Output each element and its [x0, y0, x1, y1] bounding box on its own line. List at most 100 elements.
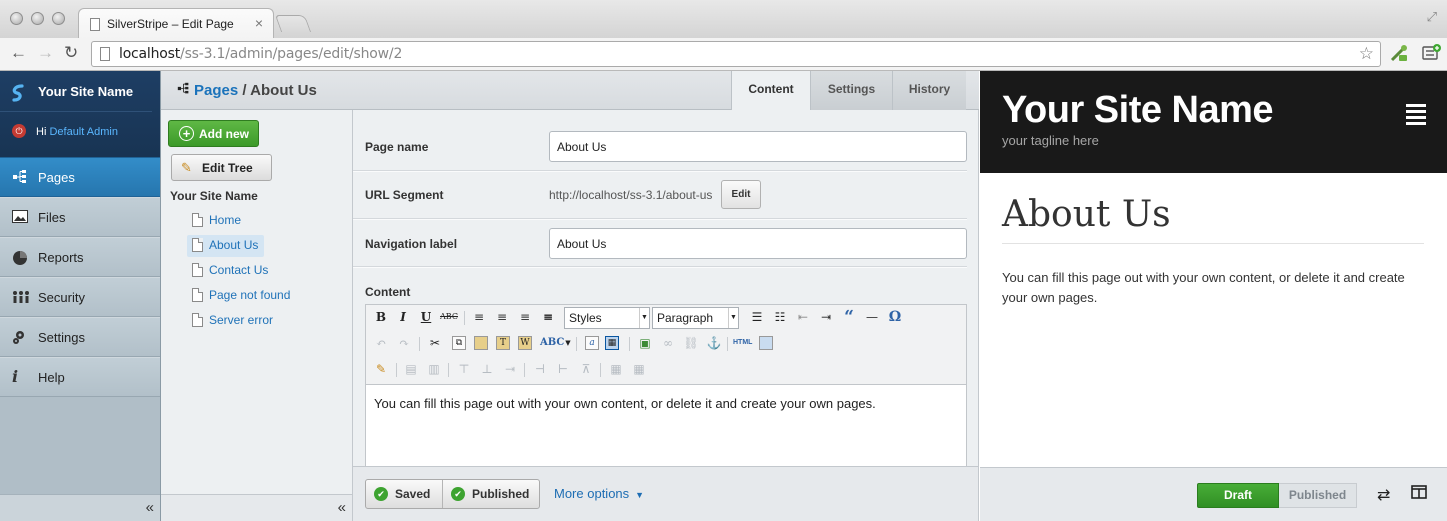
redo-icon[interactable]: ↷	[395, 334, 413, 352]
horizontal-rule-icon[interactable]: —	[863, 308, 881, 326]
insert-row-after-icon[interactable]: ⊥	[478, 360, 496, 378]
editor-content-area[interactable]: You can fill this page out with your own…	[366, 384, 966, 466]
tree-item-page-not-found[interactable]: Page not found	[187, 285, 296, 307]
url-segment-edit-button[interactable]: Edit	[721, 180, 761, 209]
user-profile-link[interactable]: Default Admin	[49, 126, 117, 138]
numbered-list-icon[interactable]: ☷	[771, 308, 789, 326]
tab-history[interactable]: History	[892, 71, 966, 110]
find-replace-icon[interactable]: a	[585, 336, 599, 350]
tree-item-contact-us[interactable]: Contact Us	[187, 260, 274, 282]
close-tab-icon[interactable]: ×	[255, 15, 263, 31]
strikethrough-icon[interactable]: ABC	[440, 308, 458, 326]
add-new-button[interactable]: + Add new	[168, 120, 259, 147]
insert-col-before-icon[interactable]: ⊣	[531, 360, 549, 378]
hamburger-menu-icon[interactable]	[1406, 104, 1426, 125]
table-grid-icon[interactable]: ▦	[605, 336, 619, 350]
indent-icon[interactable]: ⇥	[817, 308, 835, 326]
published-button[interactable]: ✔ Published	[443, 480, 539, 508]
cms-site-name[interactable]: Your Site Name	[38, 84, 133, 99]
preview-site-name[interactable]: Your Site Name	[1002, 89, 1274, 132]
tree-item-home[interactable]: Home	[187, 210, 247, 232]
extension-add-icon[interactable]	[1422, 43, 1442, 63]
preview-published-toggle[interactable]: Published	[1279, 483, 1357, 508]
underline-icon[interactable]: U	[417, 308, 435, 326]
new-tab-button[interactable]	[274, 15, 312, 32]
styles-select[interactable]: Styles ▼	[564, 307, 650, 329]
italic-icon[interactable]: I	[394, 308, 412, 326]
split-cells-icon[interactable]: ▦	[607, 360, 625, 378]
sidebar-item-help[interactable]: i Help	[0, 357, 160, 397]
cms-menu-collapse[interactable]: «	[0, 494, 160, 521]
collapse-icon[interactable]: «	[146, 499, 154, 516]
tree-panel-collapse[interactable]: «	[161, 494, 352, 521]
insert-image-icon[interactable]: ▣	[636, 334, 654, 352]
swap-arrows-icon[interactable]: ⇄	[1377, 485, 1390, 505]
align-right-icon[interactable]: ≡	[516, 308, 534, 326]
tree-item-about-us[interactable]: About Us	[187, 235, 265, 257]
tab-content[interactable]: Content	[731, 71, 810, 111]
star-icon[interactable]: ☆	[1359, 44, 1374, 64]
undo-icon[interactable]: ↶	[372, 334, 390, 352]
align-left-icon[interactable]: ≡	[470, 308, 488, 326]
saved-button[interactable]: ✔ Saved	[366, 480, 442, 508]
collapse-icon[interactable]: «	[338, 499, 346, 516]
chevron-down-icon[interactable]: ▼	[559, 334, 577, 352]
align-center-icon[interactable]: ≡	[493, 308, 511, 326]
minimize-window-button[interactable]	[31, 12, 44, 25]
paste-word-icon[interactable]: W	[518, 336, 532, 350]
sidebar-item-files[interactable]: Files	[0, 197, 160, 237]
reload-icon[interactable]: ↻	[64, 43, 78, 63]
tree-item-server-error[interactable]: Server error	[187, 310, 279, 332]
sidebar-item-security[interactable]: Security	[0, 277, 160, 317]
address-bar[interactable]: localhost/ss-3.1/admin/pages/edit/show/2…	[91, 41, 1381, 67]
copy-icon[interactable]: ⧉	[452, 336, 466, 350]
forward-icon[interactable]: →	[37, 43, 54, 63]
extension-icon[interactable]	[1389, 43, 1409, 63]
insert-col-after-icon[interactable]: ⊢	[554, 360, 572, 378]
edit-table-icon[interactable]: ✎	[372, 360, 390, 378]
navigation-label-field[interactable]	[549, 228, 967, 259]
edit-tree-button[interactable]: ✎ Edit Tree	[171, 154, 272, 181]
insert-row-before-icon[interactable]: ⊤	[455, 360, 473, 378]
zoom-window-button[interactable]	[52, 12, 65, 25]
sidebar-item-settings[interactable]: Settings	[0, 317, 160, 357]
table-cell-props-icon[interactable]: ▥	[425, 360, 443, 378]
special-character-icon[interactable]: Ω	[886, 308, 904, 326]
sidebar-item-label: Settings	[38, 330, 85, 345]
merge-cells-icon[interactable]: ▦	[630, 360, 648, 378]
delete-col-icon[interactable]: ⊼	[577, 360, 595, 378]
sidebar-item-reports[interactable]: Reports	[0, 237, 160, 277]
cut-icon[interactable]: ✂	[426, 334, 444, 352]
fullscreen-icon[interactable]: ⤢	[1427, 9, 1437, 25]
preview-draft-toggle[interactable]: Draft	[1197, 483, 1279, 508]
fullscreen-icon[interactable]	[759, 336, 773, 350]
delete-row-icon[interactable]: ⇥	[501, 360, 519, 378]
bullet-list-icon[interactable]: ☰	[748, 308, 766, 326]
unlink-icon[interactable]: ⛓	[682, 334, 700, 352]
table-row-props-icon[interactable]: ▤	[402, 360, 420, 378]
bold-icon[interactable]: B	[372, 308, 390, 326]
more-options-button[interactable]: More options ▼	[554, 486, 644, 501]
paste-icon[interactable]	[474, 336, 488, 350]
page-name-field[interactable]	[549, 131, 967, 162]
tab-settings[interactable]: Settings	[810, 71, 892, 110]
tree-root[interactable]: Your Site Name	[170, 189, 258, 203]
breadcrumb-pages-link[interactable]: Pages	[194, 82, 238, 99]
back-icon[interactable]: ←	[10, 43, 27, 63]
outdent-icon[interactable]: ⇤	[794, 308, 812, 326]
spellcheck-icon[interactable]: ABC	[540, 334, 564, 352]
logout-power-icon[interactable]: ⏻	[12, 124, 26, 138]
align-justify-icon[interactable]: ≡	[539, 308, 557, 326]
blockquote-icon[interactable]: “	[840, 308, 858, 326]
anchor-icon[interactable]: ⚓	[705, 334, 723, 352]
silverstripe-logo-icon[interactable]	[9, 83, 29, 108]
close-window-button[interactable]	[10, 12, 23, 25]
split-view-icon[interactable]	[1411, 485, 1427, 504]
paste-text-icon[interactable]: T	[496, 336, 510, 350]
browser-tab[interactable]: SilverStripe – Edit Page ×	[78, 8, 274, 39]
html-source-icon[interactable]: HTML	[733, 334, 752, 352]
insert-link-icon[interactable]: ∞	[659, 334, 677, 352]
sidebar-item-pages[interactable]: Pages	[0, 157, 160, 197]
format-select[interactable]: Paragraph ▼	[652, 307, 739, 329]
save-publish-group: ✔ Saved ✔ Published	[365, 479, 540, 509]
